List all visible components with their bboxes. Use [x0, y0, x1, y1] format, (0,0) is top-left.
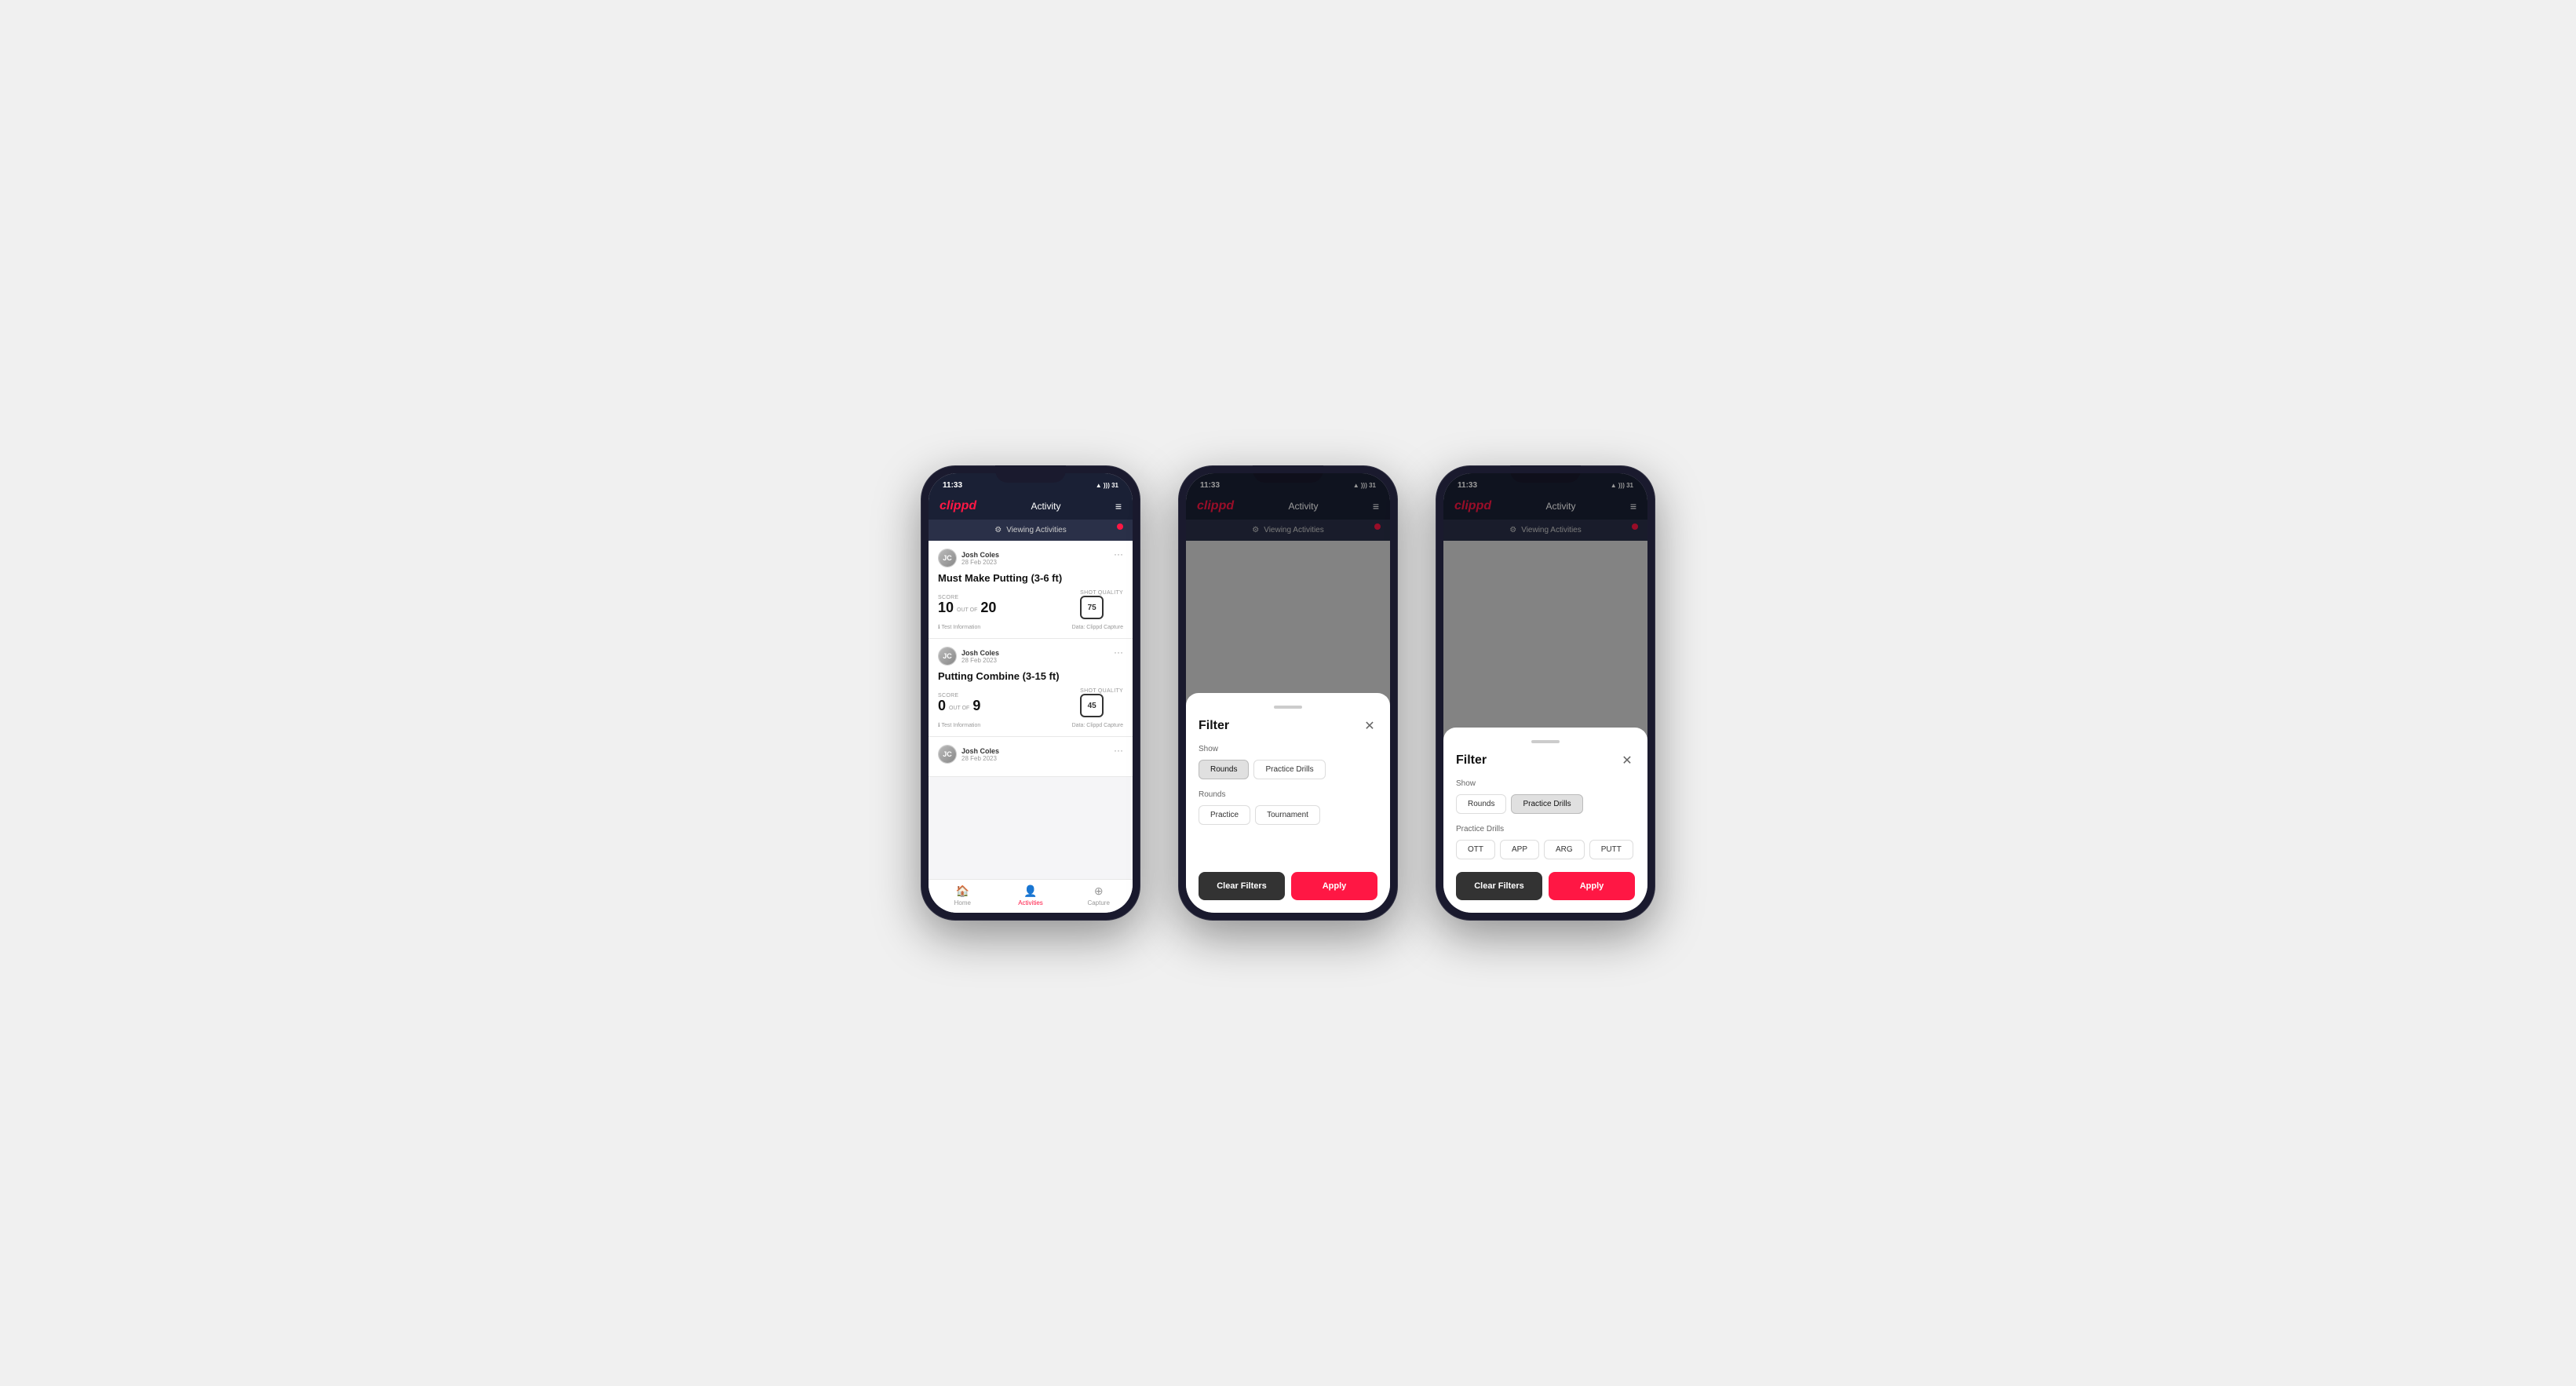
logo-1: clippd [940, 499, 976, 513]
data-source-2: Data: Clippd Capture [1072, 723, 1123, 728]
rounds-chips-2: Practice Tournament [1199, 805, 1377, 825]
phone-1: 11:33 ▲ ))) 31 clippd Activity ≡ ⚙ Viewi… [921, 465, 1140, 921]
test-info-2: ℹ Test Information [938, 722, 980, 728]
phone-2: 11:33 ▲ ))) 31 clippd Activity ≡ ⚙ Viewi… [1178, 465, 1398, 921]
show-chips-2: Rounds Practice Drills [1199, 760, 1377, 779]
score-value-1: 10 [938, 600, 954, 615]
chip-tournament-2[interactable]: Tournament [1255, 805, 1320, 825]
filter-overlay-3: Filter ✕ Show Rounds Practice Drills Pra… [1443, 473, 1647, 913]
user-info-3: JC Josh Coles 28 Feb 2023 [938, 745, 999, 764]
user-name-1: Josh Coles [961, 551, 999, 559]
activities-label-1: Activities [1018, 899, 1043, 906]
app-header-1: clippd Activity ≡ [929, 493, 1133, 520]
sheet-handle-3 [1531, 740, 1560, 743]
avatar-1: JC [938, 549, 957, 567]
apply-button-2[interactable]: Apply [1291, 872, 1377, 900]
user-info-2: JC Josh Coles 28 Feb 2023 [938, 647, 999, 666]
shots-value-1: 20 [980, 600, 996, 615]
filter-sheet-2: Filter ✕ Show Rounds Practice Drills Rou… [1186, 693, 1390, 913]
chip-practice-drills-3[interactable]: Practice Drills [1511, 794, 1582, 814]
chip-app-3[interactable]: APP [1500, 840, 1539, 859]
filter-title-3: Filter [1456, 753, 1487, 768]
filter-settings-icon-1: ⚙ [994, 526, 1002, 534]
filter-actions-2: Clear Filters Apply [1199, 872, 1377, 900]
activities-icon-1: 👤 [1023, 884, 1037, 898]
capture-icon-1: ⊕ [1094, 884, 1104, 898]
status-icons-1: ▲ ))) 31 [1096, 482, 1118, 489]
activity-title-2: Putting Combine (3-15 ft) [938, 670, 1123, 682]
viewing-bar-1[interactable]: ⚙ Viewing Activities [929, 520, 1133, 541]
chip-rounds-3[interactable]: Rounds [1456, 794, 1506, 814]
show-label-2: Show [1199, 745, 1377, 753]
close-button-2[interactable]: ✕ [1362, 718, 1377, 734]
more-options-1[interactable]: ··· [1114, 549, 1123, 560]
viewing-bar-text-1: Viewing Activities [1006, 526, 1067, 534]
notch-1 [995, 465, 1066, 483]
filter-sheet-3: Filter ✕ Show Rounds Practice Drills Pra… [1443, 728, 1647, 913]
user-name-3: Josh Coles [961, 747, 999, 755]
user-date-1: 28 Feb 2023 [961, 559, 999, 566]
user-name-2: Josh Coles [961, 649, 999, 657]
out-of-2: OUT OF [949, 706, 969, 711]
filter-overlay-2: Filter ✕ Show Rounds Practice Drills Rou… [1186, 473, 1390, 913]
screen-1: 11:33 ▲ ))) 31 clippd Activity ≡ ⚙ Viewi… [929, 473, 1133, 913]
activity-list-1: JC Josh Coles 28 Feb 2023 ··· Must Make … [929, 541, 1133, 879]
show-label-3: Show [1456, 779, 1635, 788]
capture-label-1: Capture [1087, 899, 1109, 906]
close-button-3[interactable]: ✕ [1619, 753, 1635, 768]
out-of-1: OUT OF [957, 607, 977, 613]
avatar-3: JC [938, 745, 957, 764]
chip-ott-3[interactable]: OTT [1456, 840, 1495, 859]
scene: 11:33 ▲ ))) 31 clippd Activity ≡ ⚙ Viewi… [889, 418, 1687, 968]
status-time-1: 11:33 [943, 481, 962, 490]
screen-3: 11:33 ▲ ))) 31 clippd Activity ≡ ⚙ Viewi… [1443, 473, 1647, 913]
more-options-3[interactable]: ··· [1114, 745, 1123, 756]
shot-quality-badge-2: 45 [1080, 694, 1104, 717]
filter-actions-3: Clear Filters Apply [1456, 872, 1635, 900]
shot-quality-badge-1: 75 [1080, 596, 1104, 619]
nav-home-1[interactable]: 🏠 Home [929, 884, 997, 906]
shots-value-2: 9 [972, 698, 980, 713]
clear-filters-button-3[interactable]: Clear Filters [1456, 872, 1542, 900]
clear-filters-button-2[interactable]: Clear Filters [1199, 872, 1285, 900]
activity-title-1: Must Make Putting (3-6 ft) [938, 572, 1123, 584]
show-chips-3: Rounds Practice Drills [1456, 794, 1635, 814]
score-value-2: 0 [938, 698, 946, 713]
phone-3: 11:33 ▲ ))) 31 clippd Activity ≡ ⚙ Viewi… [1436, 465, 1655, 921]
chip-practice-drills-2[interactable]: Practice Drills [1253, 760, 1325, 779]
header-title-1: Activity [1031, 501, 1060, 512]
nav-capture-1[interactable]: ⊕ Capture [1064, 884, 1133, 906]
chip-rounds-2[interactable]: Rounds [1199, 760, 1249, 779]
menu-icon-1[interactable]: ≡ [1115, 500, 1122, 512]
filter-title-2: Filter [1199, 719, 1229, 733]
apply-button-3[interactable]: Apply [1549, 872, 1635, 900]
shot-quality-label-1: Shot Quality [1080, 590, 1123, 596]
chip-putt-3[interactable]: PUTT [1589, 840, 1633, 859]
user-date-3: 28 Feb 2023 [961, 755, 999, 762]
sheet-handle-2 [1274, 706, 1302, 709]
practice-chips-3: OTT APP ARG PUTT [1456, 840, 1635, 859]
nav-activities-1[interactable]: 👤 Activities [997, 884, 1065, 906]
notification-dot-1 [1117, 523, 1123, 530]
chip-practice-2[interactable]: Practice [1199, 805, 1250, 825]
home-icon-1: 🏠 [956, 884, 969, 898]
rounds-label-2: Rounds [1199, 790, 1377, 799]
more-options-2[interactable]: ··· [1114, 647, 1123, 658]
bottom-nav-1: 🏠 Home 👤 Activities ⊕ Capture [929, 879, 1133, 913]
test-info-1: ℹ Test Information [938, 624, 980, 630]
user-date-2: 28 Feb 2023 [961, 657, 999, 664]
user-info-1: JC Josh Coles 28 Feb 2023 [938, 549, 999, 567]
screen-2: 11:33 ▲ ))) 31 clippd Activity ≡ ⚙ Viewi… [1186, 473, 1390, 913]
activity-card-3: JC Josh Coles 28 Feb 2023 ··· [929, 737, 1133, 777]
avatar-2: JC [938, 647, 957, 666]
activity-card-2: JC Josh Coles 28 Feb 2023 ··· Putting Co… [929, 639, 1133, 737]
data-source-1: Data: Clippd Capture [1072, 625, 1123, 630]
home-label-1: Home [954, 899, 971, 906]
practice-drills-label-3: Practice Drills [1456, 825, 1635, 833]
activity-card-1: JC Josh Coles 28 Feb 2023 ··· Must Make … [929, 541, 1133, 639]
chip-arg-3[interactable]: ARG [1544, 840, 1585, 859]
shot-quality-label-2: Shot Quality [1080, 688, 1123, 694]
